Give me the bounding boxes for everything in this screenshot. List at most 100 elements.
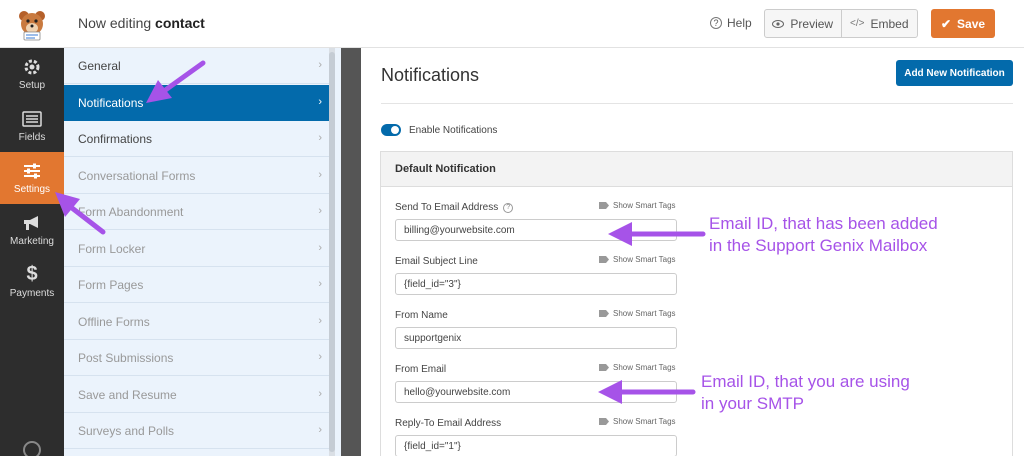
from-name-input[interactable]: supportgenix	[395, 327, 677, 349]
list-icon	[22, 110, 42, 128]
enable-notifications-toggle[interactable]	[381, 124, 401, 136]
from-email-input[interactable]: hello@yourwebsite.com	[395, 381, 677, 403]
help-circle-icon[interactable]	[22, 440, 42, 456]
nav-fields[interactable]: Fields	[0, 100, 64, 152]
field-label-text: Reply-To Email Address	[395, 418, 502, 429]
settings-item-label: Surveys and Polls	[78, 423, 175, 438]
nav-fields-label: Fields	[18, 131, 46, 143]
nav-settings[interactable]: Settings	[0, 152, 64, 204]
nav-setup[interactable]: Setup	[0, 48, 64, 100]
show-smart-tags-link[interactable]: Show Smart Tags	[599, 201, 676, 210]
chevron-right-icon: ›	[318, 424, 322, 436]
chevron-right-icon: ›	[318, 388, 322, 400]
save-button[interactable]: ✔ Save	[931, 9, 995, 38]
settings-item-form-pages[interactable]: Form Pages ›	[64, 267, 334, 303]
annotation-line: Email ID, that you are using	[701, 372, 910, 391]
form-name: contact	[155, 15, 205, 31]
show-smart-tags-link[interactable]: Show Smart Tags	[599, 417, 676, 426]
top-bar: Now editing contact ? Help Preview </> E…	[0, 0, 1024, 48]
nav-payments-label: Payments	[9, 287, 55, 299]
smart-tags-label: Show Smart Tags	[613, 363, 676, 372]
code-icon: </>	[850, 18, 865, 29]
chevron-right-icon: ›	[318, 315, 322, 327]
editing-prefix: Now editing	[78, 15, 152, 31]
chevron-right-icon: ›	[318, 351, 322, 363]
annotation-line: in your SMTP	[701, 394, 804, 413]
field-label-subject: Email Subject Line	[395, 256, 478, 267]
settings-item-confirmations[interactable]: Confirmations ›	[64, 121, 334, 157]
settings-item-label: Post Submissions	[78, 350, 174, 365]
page-title: Notifications	[381, 65, 480, 85]
smart-tags-label: Show Smart Tags	[613, 309, 676, 318]
settings-item-label: Form Abandonment	[78, 204, 184, 219]
settings-item-conversational-forms[interactable]: Conversational Forms ›	[64, 158, 334, 194]
reply-to-email-input[interactable]: {field_id="1"}	[395, 435, 677, 456]
field-label-reply-to: Reply-To Email Address	[395, 418, 501, 429]
builder-left-nav: Setup Fields Settings Marketing $ Paymen…	[0, 48, 64, 456]
field-label-text: Send To Email Address	[395, 202, 499, 213]
wpforms-logo[interactable]	[0, 0, 64, 48]
field-label-text: Email Subject Line	[395, 256, 478, 267]
settings-item-surveys-and-polls[interactable]: Surveys and Polls ›	[64, 413, 334, 449]
nav-marketing[interactable]: Marketing	[0, 204, 64, 256]
editing-title: Now editing contact	[78, 15, 205, 31]
settings-item-offline-forms[interactable]: Offline Forms ›	[64, 304, 334, 340]
settings-item-label: Conversational Forms	[78, 168, 196, 183]
show-smart-tags-link[interactable]: Show Smart Tags	[599, 255, 676, 264]
help-question-icon[interactable]: ?	[503, 202, 514, 213]
settings-item-label: General	[78, 58, 121, 73]
sliders-icon	[22, 162, 42, 180]
settings-item-notifications[interactable]: Notifications ›	[64, 85, 334, 121]
help-label: Help	[727, 16, 752, 30]
settings-panel: General › Notifications › Confirmations …	[64, 48, 341, 456]
nav-marketing-label: Marketing	[10, 235, 54, 247]
field-label-from-name: From Name	[395, 310, 448, 321]
field-label-text: From Name	[395, 310, 448, 321]
field-label-from-email: From Email	[395, 364, 446, 375]
settings-item-save-and-resume[interactable]: Save and Resume ›	[64, 377, 334, 413]
settings-item-label: Offline Forms	[78, 314, 150, 329]
nav-payments[interactable]: $ Payments	[0, 256, 64, 308]
annotation-smtp-email: Email ID, that you are using in your SMT…	[701, 371, 910, 415]
megaphone-icon	[22, 214, 42, 232]
settings-item-label: Confirmations	[78, 131, 153, 146]
add-new-notification-button[interactable]: Add New Notification	[896, 60, 1013, 86]
tag-icon	[599, 256, 609, 263]
gear-icon	[22, 58, 42, 76]
annotation-mailbox-email: Email ID, that has been added in the Sup…	[709, 213, 938, 257]
scrollbar-thumb[interactable]	[329, 52, 335, 452]
send-to-email-input[interactable]: billing@yourwebsite.com	[395, 219, 677, 241]
tag-icon	[599, 418, 609, 425]
email-subject-input[interactable]: {field_id="3"}	[395, 273, 677, 295]
settings-item-general[interactable]: General ›	[64, 48, 334, 84]
chevron-right-icon: ›	[318, 132, 322, 144]
preview-button[interactable]: Preview	[765, 10, 841, 37]
card-title[interactable]: Default Notification	[381, 152, 1012, 187]
chevron-right-icon: ›	[318, 205, 322, 217]
tag-icon	[599, 202, 609, 209]
smart-tags-label: Show Smart Tags	[613, 417, 676, 426]
settings-item-label: Form Locker	[78, 241, 146, 256]
annotation-line: in the Support Genix Mailbox	[709, 236, 928, 255]
settings-item-form-locker[interactable]: Form Locker ›	[64, 231, 334, 267]
show-smart-tags-link[interactable]: Show Smart Tags	[599, 309, 676, 318]
settings-item-post-submissions[interactable]: Post Submissions ›	[64, 340, 334, 376]
chevron-right-icon: ›	[318, 242, 322, 254]
settings-panel-scrollbar[interactable]	[329, 48, 335, 456]
smart-tags-label: Show Smart Tags	[613, 201, 676, 210]
title-divider	[381, 103, 1013, 104]
eye-icon	[772, 19, 785, 28]
tag-icon	[599, 310, 609, 317]
settings-item-label: Notifications	[78, 95, 144, 110]
show-smart-tags-link[interactable]: Show Smart Tags	[599, 363, 676, 372]
nav-settings-label: Settings	[13, 183, 51, 195]
settings-item-form-abandonment[interactable]: Form Abandonment ›	[64, 194, 334, 230]
help-button[interactable]: ? Help	[710, 16, 752, 30]
panel-divider	[341, 48, 361, 456]
smart-tags-label: Show Smart Tags	[613, 255, 676, 264]
settings-item-label: Save and Resume	[78, 387, 177, 402]
field-label-send-to: Send To Email Address ?	[395, 202, 514, 213]
question-icon: ?	[710, 17, 722, 29]
embed-button[interactable]: </> Embed	[840, 10, 918, 37]
chevron-right-icon: ›	[318, 59, 322, 71]
